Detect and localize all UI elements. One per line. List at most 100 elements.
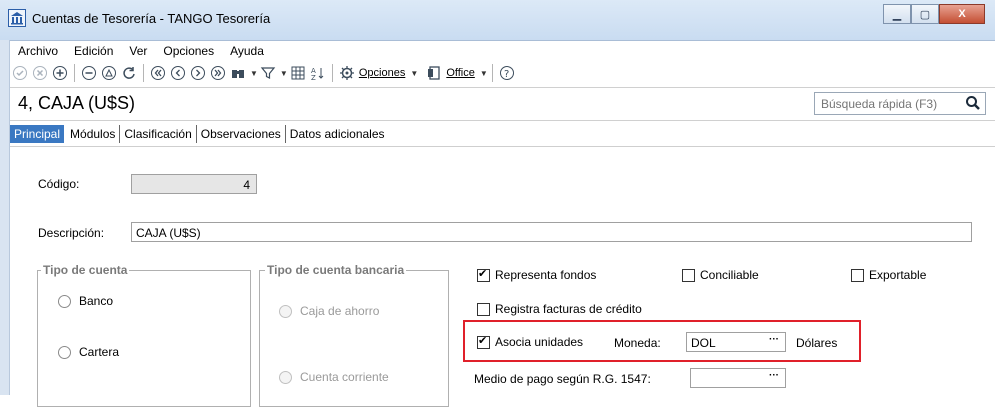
ellipsis-icon[interactable]: ··· [764, 334, 784, 350]
office-icon[interactable] [424, 63, 444, 83]
quick-search[interactable] [814, 92, 986, 115]
tab-observaciones[interactable]: Observaciones [197, 125, 286, 143]
moneda-description: Dólares [796, 336, 838, 350]
bank-icon [8, 9, 26, 27]
close-button[interactable]: X [939, 4, 985, 24]
cancel-icon[interactable] [30, 63, 50, 83]
moneda-field[interactable]: DOL ··· [686, 332, 786, 352]
tab-strip: Principal Módulos Clasificación Observac… [10, 123, 389, 145]
tab-divider [10, 146, 995, 147]
radio-cartera-label: Cartera [79, 345, 120, 359]
menu-opciones[interactable]: Opciones [155, 42, 222, 60]
asocia-unidades-checkbox[interactable]: Asocia unidades [477, 334, 584, 349]
codigo-field[interactable]: 4 [131, 174, 257, 194]
radio-banco-label: Banco [79, 294, 114, 308]
tab-datos-adicionales[interactable]: Datos adicionales [286, 125, 389, 143]
checkbox-icon [477, 302, 490, 316]
search-input[interactable] [819, 96, 963, 112]
chevron-down-icon[interactable]: ▼ [250, 69, 258, 78]
registra-facturas-checkbox[interactable]: Registra facturas de crédito [477, 302, 642, 316]
checkbox-checked-icon [477, 334, 490, 349]
add-icon[interactable] [50, 63, 70, 83]
grid-icon[interactable] [288, 63, 308, 83]
radio-cartera[interactable]: Cartera [58, 345, 119, 359]
radio-banco[interactable]: Banco [58, 294, 113, 308]
binoculars-icon[interactable] [228, 63, 248, 83]
svg-text:Z: Z [311, 74, 316, 81]
moneda-label: Moneda: [614, 336, 661, 350]
chevron-down-icon: ▼ [410, 69, 419, 78]
title-bar: Cuentas de Tesorería - TANGO Tesorería ▁… [0, 0, 995, 41]
first-record-icon[interactable] [148, 63, 168, 83]
menu-bar: Archivo Edición Ver Opciones Ayuda [10, 42, 272, 60]
medio-pago-field[interactable]: ··· [690, 368, 786, 388]
confirm-icon[interactable] [10, 63, 30, 83]
radio-cuenta-corriente[interactable]: Cuenta corriente [279, 370, 389, 384]
conciliable-label: Conciliable [700, 268, 759, 282]
toolbar-separator [331, 64, 333, 82]
menu-edicion[interactable]: Edición [66, 42, 121, 60]
maximize-icon: ▢ [919, 8, 931, 21]
tipo-cuenta-bancaria-title: Tipo de cuenta bancaria [265, 263, 407, 277]
menu-archivo[interactable]: Archivo [10, 42, 66, 60]
toolbar-separator [491, 64, 493, 82]
gear-icon[interactable] [337, 63, 357, 83]
delete-icon[interactable] [79, 63, 99, 83]
refresh-icon[interactable] [119, 63, 139, 83]
menu-ver[interactable]: Ver [121, 42, 155, 60]
left-border [0, 40, 10, 395]
search-icon[interactable] [965, 95, 981, 111]
office-button[interactable]: Office ▼ [446, 67, 488, 79]
tipo-cuenta-bancaria-group [259, 270, 449, 407]
tipo-cuenta-group [37, 270, 251, 407]
radio-caja-de-ahorro-label: Caja de ahorro [300, 304, 380, 318]
toolbar-separator [143, 64, 144, 82]
last-record-icon[interactable] [208, 63, 228, 83]
asocia-unidades-label: Asocia unidades [495, 335, 584, 349]
radio-caja-de-ahorro[interactable]: Caja de ahorro [279, 304, 379, 318]
toolbar: ▼ ▼ AZ Opciones ▼ Office ▼ ? [10, 60, 995, 86]
radio-cuenta-corriente-label: Cuenta corriente [300, 370, 389, 384]
previous-record-icon[interactable] [168, 63, 188, 83]
representa-fondos-checkbox[interactable]: Representa fondos [477, 267, 597, 282]
radio-circle-icon [279, 304, 292, 318]
moneda-value: DOL [691, 336, 716, 350]
radio-circle-icon [58, 345, 71, 359]
exportable-checkbox[interactable]: Exportable [851, 268, 926, 282]
medio-pago-label: Medio de pago según R.G. 1547: [474, 372, 651, 386]
radio-circle-icon [58, 294, 71, 308]
radio-circle-icon [279, 370, 292, 384]
menu-ayuda[interactable]: Ayuda [222, 42, 272, 60]
checkbox-checked-icon [477, 267, 490, 282]
window-controls: ▁ ▢ X [883, 4, 985, 24]
filter-icon[interactable] [258, 63, 278, 83]
conciliable-checkbox[interactable]: Conciliable [682, 268, 759, 282]
checkbox-icon [851, 268, 864, 282]
record-header: 4, CAJA (U$S) [10, 87, 995, 121]
checkbox-icon [682, 268, 695, 282]
opciones-button[interactable]: Opciones ▼ [359, 67, 418, 79]
descripcion-label: Descripción: [38, 226, 105, 240]
page-title: 4, CAJA (U$S) [18, 93, 136, 113]
minimize-icon: ▁ [892, 8, 902, 21]
sort-icon[interactable]: AZ [308, 63, 328, 83]
chevron-down-icon: ▼ [479, 69, 488, 78]
ellipsis-icon[interactable]: ··· [764, 370, 784, 386]
toolbar-separator [74, 64, 75, 82]
chevron-down-icon[interactable]: ▼ [280, 69, 288, 78]
copy-icon[interactable] [99, 63, 119, 83]
tab-modulos[interactable]: Módulos [66, 125, 121, 143]
codigo-label: Código: [38, 177, 80, 191]
registra-facturas-label: Registra facturas de crédito [495, 302, 642, 316]
exportable-label: Exportable [869, 268, 927, 282]
maximize-button[interactable]: ▢ [911, 4, 939, 24]
window-title: Cuentas de Tesorería - TANGO Tesorería [32, 11, 271, 26]
representa-fondos-label: Representa fondos [495, 268, 597, 282]
tab-clasificacion[interactable]: Clasificación [120, 125, 197, 143]
descripcion-field[interactable]: CAJA (U$S) [131, 222, 972, 242]
minimize-button[interactable]: ▁ [883, 4, 911, 24]
tab-principal[interactable]: Principal [10, 125, 65, 143]
next-record-icon[interactable] [188, 63, 208, 83]
help-icon[interactable]: ? [497, 63, 517, 83]
tipo-cuenta-title: Tipo de cuenta [41, 263, 130, 277]
